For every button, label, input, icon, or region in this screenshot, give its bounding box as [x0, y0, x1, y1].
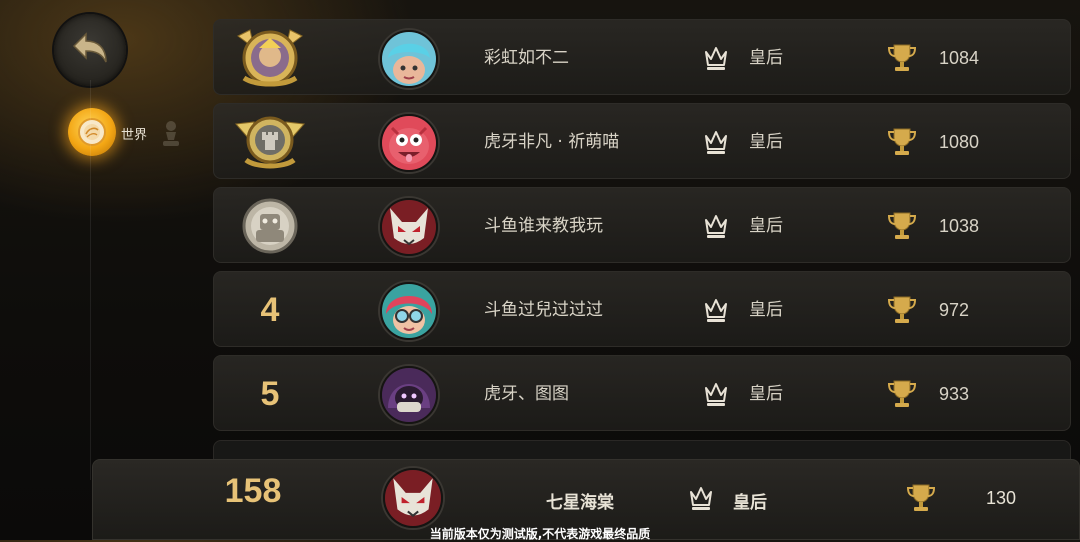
player-avatar: [380, 366, 438, 424]
player-avatar: [380, 114, 438, 172]
sidebar: 世界: [0, 0, 179, 540]
player-score: 1084: [939, 48, 980, 68]
player-avatar: [380, 30, 438, 88]
rank-number: 5: [260, 375, 280, 413]
sidebar-divider: [90, 80, 91, 480]
silver-robot-badge-icon: [242, 198, 298, 254]
tab-world-label: 世界: [121, 128, 148, 143]
trophy-icon: [887, 212, 917, 239]
leaderboard-row-1[interactable]: 彩虹如不二 皇后 1084: [213, 19, 1071, 95]
crown-icon: [705, 383, 727, 406]
rank-number: 4: [260, 291, 280, 329]
leaderboard-row-2[interactable]: 虎牙非凡 · 祈萌喵 皇后 1080: [213, 103, 1071, 179]
player-score: 933: [939, 384, 970, 404]
player-score: 972: [939, 300, 970, 320]
leaderboard-row-5[interactable]: 5 虎牙、图图 皇后 933: [213, 355, 1071, 431]
trophy-icon: [906, 484, 936, 511]
leaderboard-row-4[interactable]: 4 斗鱼过兒过过过 皇后 972: [213, 271, 1071, 347]
player-name: 虎牙非凡 · 祈萌喵: [484, 132, 620, 152]
pawn-icon: [163, 121, 179, 146]
player-title: 皇后: [749, 384, 783, 404]
player-name: 虎牙、图图: [484, 384, 569, 404]
self-avatar: [383, 468, 443, 528]
player-title: 皇后: [749, 48, 783, 68]
player-name: 斗鱼过兒过过过: [484, 300, 603, 320]
player-name: 彩虹如不二: [484, 48, 569, 68]
player-avatar: [380, 198, 438, 256]
world-icon: [68, 108, 116, 156]
self-rank-number: 158: [224, 472, 282, 510]
back-arrow-icon: [72, 32, 107, 63]
trophy-icon: [887, 44, 917, 71]
leaderboard-row-3[interactable]: 斗鱼谁来教我玩 皇后 1038: [213, 187, 1071, 263]
crown-icon: [690, 487, 712, 510]
tab-world[interactable]: 世界: [68, 108, 168, 160]
player-title: 皇后: [749, 300, 783, 320]
trophy-icon: [887, 380, 917, 407]
gold-rook-badge-icon: [234, 116, 306, 169]
test-version-disclaimer: 当前版本仅为测试版,不代表游戏最终品质: [429, 527, 651, 541]
trophy-icon: [887, 128, 917, 155]
player-avatar: [380, 282, 438, 340]
crown-icon: [705, 47, 727, 70]
crown-icon: [705, 131, 727, 154]
self-score: 130: [986, 488, 1017, 508]
player-score: 1080: [939, 132, 980, 152]
self-name: 七星海棠: [546, 493, 614, 513]
self-title: 皇后: [733, 493, 767, 513]
player-name: 斗鱼谁来教我玩: [484, 216, 603, 236]
back-button[interactable]: [54, 14, 126, 86]
gold-rank-badge-icon: [237, 29, 303, 87]
crown-icon: [705, 299, 727, 322]
crown-icon: [705, 215, 727, 238]
player-title: 皇后: [749, 216, 783, 236]
player-title: 皇后: [749, 132, 783, 152]
player-score: 1038: [939, 216, 980, 236]
trophy-icon: [887, 296, 917, 323]
